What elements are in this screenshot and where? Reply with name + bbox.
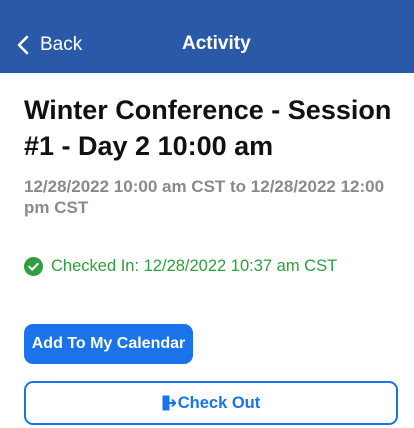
activity-time-range: 12/28/2022 10:00 am CST to 12/28/2022 12… bbox=[24, 177, 385, 217]
checkin-status: Checked In: 12/28/2022 10:37 am CST bbox=[24, 257, 337, 276]
nav-title: Activity bbox=[182, 33, 251, 54]
check-out-button[interactable]: Check Out bbox=[24, 381, 398, 425]
add-to-calendar-button[interactable]: Add To My Calendar bbox=[24, 324, 193, 364]
checkin-status-text: Checked In: 12/28/2022 10:37 am CST bbox=[51, 257, 338, 275]
nav-bar: Back Activity bbox=[0, 0, 414, 73]
add-to-calendar-label: Add To My Calendar bbox=[31, 335, 186, 352]
back-button[interactable]: Back bbox=[16, 30, 82, 60]
activity-details: Winter Conference - Session #1 - Day 2 1… bbox=[24, 92, 398, 218]
check-circle-icon bbox=[24, 257, 43, 276]
door-exit-icon bbox=[162, 395, 176, 411]
chevron-left-icon bbox=[17, 35, 29, 55]
back-label: Back bbox=[40, 34, 83, 55]
check-out-label: Check Out bbox=[177, 393, 261, 412]
activity-title: Winter Conference - Session #1 - Day 2 1… bbox=[24, 95, 392, 161]
